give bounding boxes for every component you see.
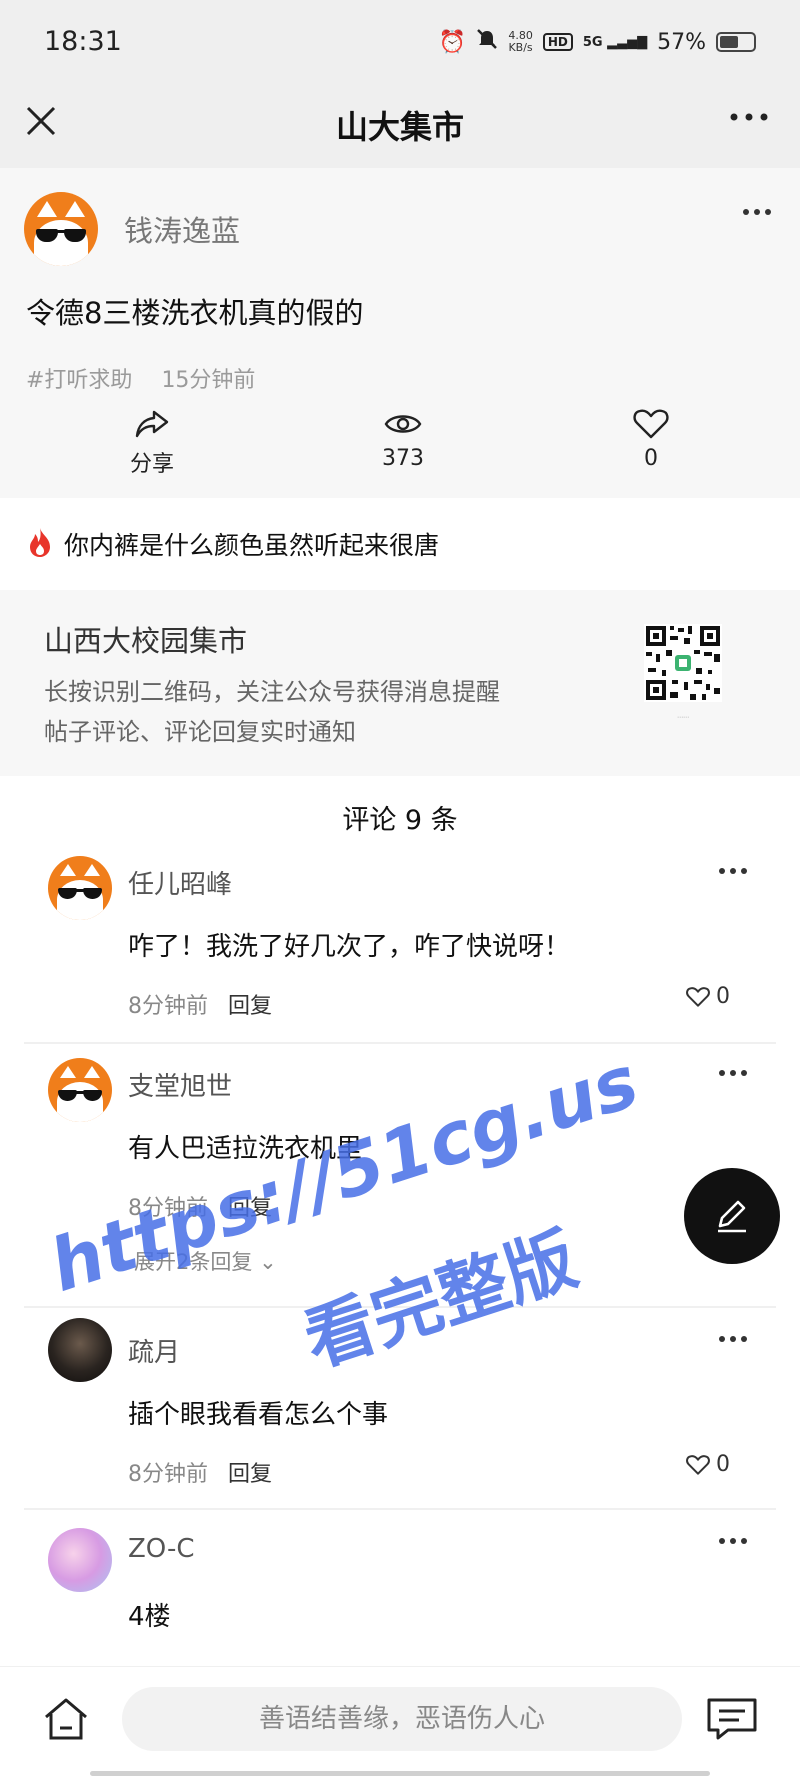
avatar-ear-left bbox=[59, 863, 76, 876]
views-count: 373 bbox=[382, 446, 424, 471]
comment-author[interactable]: ZO-C bbox=[128, 1534, 195, 1564]
comment-text: 咋了！我洗了好几次了，咋了快说呀！ bbox=[128, 932, 571, 962]
comment-time: 8分钟前 bbox=[128, 1462, 208, 1487]
post-title: 令德8三楼洗衣机真的假的 bbox=[26, 296, 364, 330]
comment-more-icon[interactable] bbox=[718, 1326, 748, 1356]
hot-topic-banner[interactable]: 你内裤是什么颜色虽然听起来很唐 bbox=[0, 508, 800, 580]
post-card: 钱涛逸蓝 令德8三楼洗衣机真的假的 #打听求助 15分钟前 分享 373 0 bbox=[0, 168, 800, 498]
status-bar: 18:31 ⏰ 4.80 KB/s HD 5G ▂▃▅▇ 57% bbox=[0, 0, 800, 86]
comment-text: 4楼 bbox=[128, 1602, 171, 1632]
watermark-text: 看完整版 bbox=[294, 1217, 587, 1383]
comment-text: 插个眼我看看怎么个事 bbox=[128, 1400, 389, 1430]
avatar-glasses-bridge bbox=[56, 230, 66, 234]
qr-caption: ⋯⋯ bbox=[677, 714, 689, 721]
avatar-ear-left bbox=[37, 200, 58, 217]
net-speed: 4.80 KB/s bbox=[508, 30, 533, 54]
divider bbox=[24, 1306, 776, 1308]
promo-title: 山西大校园集市 bbox=[44, 624, 248, 658]
comment-like-button[interactable]: 0 bbox=[686, 984, 730, 1009]
page-title: 山大集市 bbox=[335, 108, 464, 146]
share-button[interactable]: 分享 bbox=[92, 406, 212, 478]
divider bbox=[24, 1042, 776, 1044]
more-icon[interactable] bbox=[728, 100, 770, 142]
avatar-glasses-bridge bbox=[76, 889, 84, 892]
promo-line-2: 帖子评论、评论回复实时通知 bbox=[44, 718, 356, 746]
share-label: 分享 bbox=[129, 452, 174, 477]
avatar-ear-right bbox=[64, 200, 85, 217]
heart-icon bbox=[686, 1454, 710, 1475]
heart-icon bbox=[591, 406, 711, 442]
comment-author[interactable]: 支堂旭世 bbox=[128, 1066, 232, 1103]
hd-badge: HD bbox=[542, 33, 573, 51]
comment-avatar[interactable] bbox=[48, 1318, 112, 1382]
comment-author[interactable]: 任儿昭峰 bbox=[128, 864, 232, 901]
comment-author[interactable]: 疏月 bbox=[128, 1332, 180, 1369]
like-button[interactable]: 0 bbox=[591, 406, 711, 471]
avatar-face bbox=[34, 220, 88, 266]
post-meta: #打听求助 15分钟前 bbox=[26, 362, 277, 394]
heart-icon bbox=[686, 986, 710, 1007]
net-speed-unit: KB/s bbox=[508, 41, 533, 54]
post-more-icon[interactable] bbox=[742, 196, 772, 229]
views-counter: 373 bbox=[343, 406, 463, 471]
expand-replies-button[interactable]: 展开2条回复 ⌄ bbox=[134, 1246, 277, 1276]
home-icon[interactable] bbox=[42, 1697, 90, 1745]
comment-text: 有人巴适拉洗衣机里 bbox=[128, 1134, 363, 1164]
signal-label: 5G bbox=[582, 34, 603, 50]
compose-button[interactable] bbox=[684, 1168, 780, 1264]
avatar-ear-right bbox=[84, 1065, 101, 1078]
avatar-ear-left bbox=[59, 1065, 76, 1078]
eye-icon bbox=[343, 406, 463, 442]
battery-fill bbox=[720, 36, 739, 48]
share-icon bbox=[92, 406, 212, 442]
like-count: 0 bbox=[644, 446, 658, 471]
comment-avatar[interactable] bbox=[48, 856, 112, 920]
post-author[interactable]: 钱涛逸蓝 bbox=[124, 208, 240, 250]
qr-code-image[interactable] bbox=[644, 624, 722, 702]
battery-percent: 57% bbox=[657, 29, 706, 55]
bottom-bar: 善语结善缘，恶语伤人心 bbox=[0, 1666, 800, 1778]
hot-topic-text: 你内裤是什么颜色虽然听起来很唐 bbox=[64, 531, 440, 560]
comment-avatar[interactable] bbox=[48, 1058, 112, 1122]
status-time: 18:31 bbox=[44, 26, 122, 57]
comment-time: 8分钟前 bbox=[128, 994, 208, 1019]
comment-more-icon[interactable] bbox=[718, 858, 748, 888]
nav-bar: 山大集市 bbox=[0, 86, 800, 168]
comment-like-count: 0 bbox=[716, 1452, 730, 1477]
avatar-glasses-bridge bbox=[76, 1091, 84, 1094]
reply-button[interactable]: 回复 bbox=[228, 1456, 272, 1488]
comment-like-count: 0 bbox=[716, 984, 730, 1009]
comment-avatar[interactable] bbox=[48, 1528, 112, 1592]
expand-replies-label: 展开2条回复 bbox=[134, 1250, 253, 1274]
message-icon[interactable] bbox=[706, 1697, 758, 1745]
avatar-face bbox=[56, 880, 104, 920]
comment-like-button[interactable]: 0 bbox=[686, 1452, 730, 1477]
author-avatar[interactable] bbox=[24, 192, 98, 266]
signal-icon: 5G ▂▃▅▇ bbox=[582, 34, 648, 50]
avatar-face bbox=[56, 1082, 104, 1122]
chevron-down-icon: ⌄ bbox=[259, 1250, 277, 1274]
promo-line-1: 长按识别二维码，关注公众号获得消息提醒 bbox=[44, 678, 500, 706]
comment-more-icon[interactable] bbox=[718, 1528, 748, 1558]
comment-more-icon[interactable] bbox=[718, 1060, 748, 1090]
fire-icon bbox=[26, 526, 54, 562]
post-time: 15分钟前 bbox=[161, 368, 256, 393]
reply-button[interactable]: 回复 bbox=[228, 988, 272, 1020]
reply-button[interactable]: 回复 bbox=[228, 1190, 272, 1222]
alarm-icon: ⏰ bbox=[438, 29, 467, 55]
post-tag[interactable]: #打听求助 bbox=[26, 368, 132, 393]
battery-icon bbox=[716, 32, 756, 52]
divider bbox=[24, 1508, 776, 1510]
comment-time: 8分钟前 bbox=[128, 1196, 208, 1221]
pencil-icon bbox=[718, 1200, 746, 1233]
comment-input[interactable]: 善语结善缘，恶语伤人心 bbox=[122, 1687, 682, 1751]
status-icons: ⏰ 4.80 KB/s HD 5G ▂▃▅▇ 57% bbox=[439, 28, 756, 56]
bell-muted-icon bbox=[476, 28, 498, 56]
promo-card: 山西大校园集市 长按识别二维码，关注公众号获得消息提醒 帖子评论、评论回复实时通… bbox=[0, 590, 800, 776]
avatar-ear-right bbox=[84, 863, 101, 876]
home-indicator bbox=[90, 1771, 710, 1776]
comments-count-header: 评论 9 条 bbox=[342, 805, 458, 836]
